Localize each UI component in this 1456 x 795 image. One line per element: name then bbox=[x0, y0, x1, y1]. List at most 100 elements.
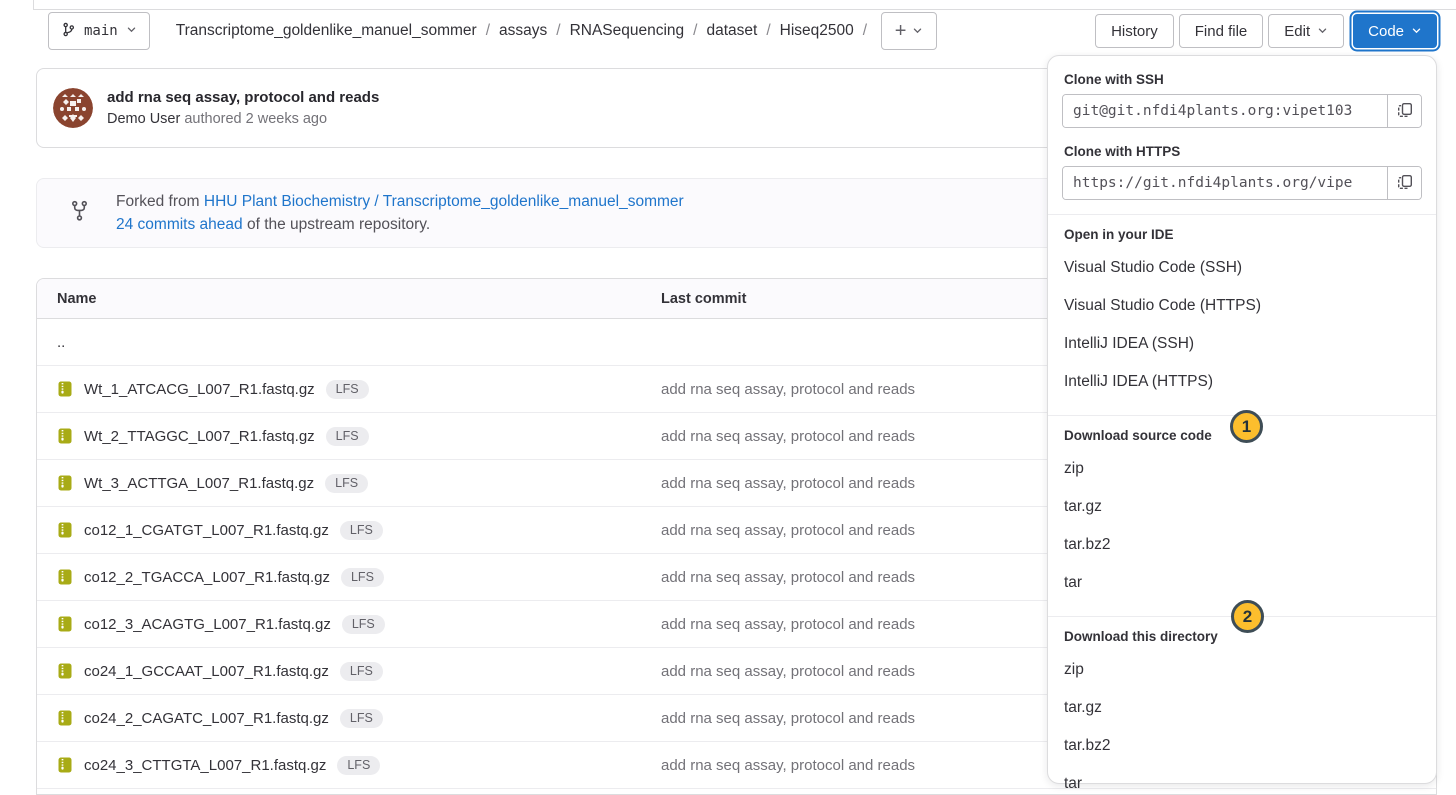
download-directory-items: zip tar.gz tar.bz2 tar bbox=[1048, 651, 1436, 795]
clone-https-input[interactable] bbox=[1063, 167, 1387, 199]
ide-menu-item[interactable]: Visual Studio Code (SSH) bbox=[1048, 249, 1436, 287]
zip-archive-icon bbox=[57, 428, 73, 444]
ide-menu-item[interactable]: IntelliJ IDEA (HTTPS) bbox=[1048, 363, 1436, 401]
clone-https-label: Clone with HTTPS bbox=[1064, 144, 1181, 159]
breadcrumb-item[interactable]: Transcriptome_goldenlike_manuel_sommer bbox=[176, 22, 477, 40]
download-source-item[interactable]: tar.bz2 bbox=[1048, 526, 1436, 564]
file-name-link[interactable]: co12_1_CGATGT_L007_R1.fastq.gz bbox=[84, 522, 329, 539]
fork-suffix: of the upstream repository. bbox=[246, 216, 431, 233]
breadcrumb-item[interactable]: dataset bbox=[706, 22, 757, 40]
download-source-item[interactable]: zip bbox=[1048, 450, 1436, 488]
file-name-link[interactable]: co24_1_GCCAAT_L007_R1.fastq.gz bbox=[84, 663, 329, 680]
fork-prefix: Forked from bbox=[116, 193, 200, 210]
lfs-badge: LFS bbox=[339, 661, 383, 681]
code-button-label: Code bbox=[1368, 22, 1404, 40]
history-button[interactable]: History bbox=[1095, 14, 1174, 48]
toolbar-actions: History Find file Edit Code bbox=[1090, 14, 1437, 48]
commit-message-link[interactable]: add rna seq assay, protocol and reads bbox=[661, 710, 915, 727]
fork-upstream-link[interactable]: HHU Plant Biochemistry / Transcriptome_g… bbox=[204, 193, 684, 210]
zip-archive-icon bbox=[57, 381, 73, 397]
zip-archive-icon bbox=[57, 475, 73, 491]
commit-message-link[interactable]: add rna seq assay, protocol and reads bbox=[661, 475, 915, 492]
breadcrumb-separator: / bbox=[862, 22, 868, 39]
download-directory-item[interactable]: tar.bz2 bbox=[1048, 727, 1436, 765]
code-dropdown-menu: Clone with SSH Clone with HTTPS Open in … bbox=[1047, 55, 1437, 792]
chevron-down-icon bbox=[1317, 23, 1328, 40]
commit-summary: add rna seq assay, protocol and reads De… bbox=[107, 89, 379, 127]
breadcrumb-separator: / bbox=[556, 22, 561, 39]
lfs-badge: LFS bbox=[325, 473, 369, 493]
find-file-button[interactable]: Find file bbox=[1178, 14, 1264, 48]
file-name-link[interactable]: Wt_1_ATCACG_L007_R1.fastq.gz bbox=[84, 381, 315, 398]
clone-https-group bbox=[1062, 166, 1422, 200]
branch-selector[interactable]: main bbox=[48, 12, 150, 50]
lfs-badge: LFS bbox=[340, 567, 384, 587]
copy-ssh-url-button[interactable] bbox=[1387, 95, 1421, 127]
download-directory-item[interactable]: zip bbox=[1048, 651, 1436, 689]
repo-toolbar: main Transcriptome_goldenlike_manuel_som… bbox=[48, 12, 1437, 50]
commit-message-link[interactable]: add rna seq assay, protocol and reads bbox=[661, 522, 915, 539]
annotation-badge-1: 1 bbox=[1230, 410, 1263, 443]
commit-authored-time: authored 2 weeks ago bbox=[184, 111, 328, 127]
commit-message-link[interactable]: add rna seq assay, protocol and reads bbox=[661, 381, 915, 398]
lfs-badge: LFS bbox=[339, 520, 383, 540]
clone-ssh-input[interactable] bbox=[1063, 95, 1387, 127]
breadcrumb-item[interactable]: Hiseq2500 bbox=[780, 22, 854, 40]
download-source-items: zip tar.gz tar.bz2 tar bbox=[1048, 450, 1436, 602]
clone-ssh-group bbox=[1062, 94, 1422, 128]
column-header-name: Name bbox=[57, 290, 97, 307]
zip-archive-icon bbox=[57, 616, 73, 632]
download-directory-item[interactable]: tar.gz bbox=[1048, 689, 1436, 727]
lfs-badge: LFS bbox=[337, 755, 381, 775]
breadcrumb-separator: / bbox=[693, 22, 698, 39]
edit-button-label: Edit bbox=[1284, 22, 1311, 40]
file-name-link[interactable]: co12_2_TGACCA_L007_R1.fastq.gz bbox=[84, 569, 330, 586]
file-name-link[interactable]: Wt_2_TTAGGC_L007_R1.fastq.gz bbox=[84, 428, 315, 445]
branch-name: main bbox=[84, 23, 118, 39]
identicon-avatar bbox=[53, 88, 93, 128]
code-button[interactable]: Code bbox=[1353, 14, 1437, 48]
commit-title-link[interactable]: add rna seq assay, protocol and reads bbox=[107, 89, 379, 106]
copy-to-clipboard-icon bbox=[1397, 102, 1413, 121]
file-name-link[interactable]: co12_3_ACAGTG_L007_R1.fastq.gz bbox=[84, 616, 331, 633]
lfs-badge: LFS bbox=[341, 614, 385, 634]
download-directory-item[interactable]: tar bbox=[1048, 765, 1436, 795]
commit-message-link[interactable]: add rna seq assay, protocol and reads bbox=[661, 569, 915, 586]
breadcrumb: Transcriptome_goldenlike_manuel_sommer / a… bbox=[176, 22, 867, 40]
copy-https-url-button[interactable] bbox=[1387, 167, 1421, 199]
parent-directory-link[interactable]: .. bbox=[57, 334, 65, 351]
commit-author-link[interactable]: Demo User bbox=[107, 111, 180, 127]
breadcrumb-item[interactable]: RNASequencing bbox=[570, 22, 685, 40]
plus-icon: + bbox=[894, 20, 907, 42]
commit-message-link[interactable]: add rna seq assay, protocol and reads bbox=[661, 428, 915, 445]
commit-message-link[interactable]: add rna seq assay, protocol and reads bbox=[661, 616, 915, 633]
add-file-button[interactable]: + bbox=[881, 12, 938, 50]
ide-items: Visual Studio Code (SSH) Visual Studio Co… bbox=[1048, 249, 1436, 401]
chevron-down-icon bbox=[126, 23, 137, 39]
copy-to-clipboard-icon bbox=[1397, 174, 1413, 193]
zip-archive-icon bbox=[57, 569, 73, 585]
breadcrumb-separator: / bbox=[766, 22, 771, 39]
zip-archive-icon bbox=[57, 663, 73, 679]
breadcrumb-separator: / bbox=[485, 22, 490, 39]
zip-archive-icon bbox=[57, 757, 73, 773]
file-name-link[interactable]: co24_2_CAGATC_L007_R1.fastq.gz bbox=[84, 710, 329, 727]
commit-message-link[interactable]: add rna seq assay, protocol and reads bbox=[661, 757, 915, 774]
file-name-link[interactable]: Wt_3_ACTTGA_L007_R1.fastq.gz bbox=[84, 475, 314, 492]
fork-notice-text: Forked from HHU Plant Biochemistry / Tra… bbox=[116, 190, 684, 236]
chevron-down-icon bbox=[912, 23, 923, 40]
file-name-link[interactable]: co24_3_CTTGTA_L007_R1.fastq.gz bbox=[84, 757, 326, 774]
download-source-item[interactable]: tar.gz bbox=[1048, 488, 1436, 526]
ide-menu-item[interactable]: IntelliJ IDEA (SSH) bbox=[1048, 325, 1436, 363]
page-frame-corner bbox=[33, 0, 34, 9]
zip-archive-icon bbox=[57, 522, 73, 538]
download-source-item[interactable]: tar bbox=[1048, 564, 1436, 602]
edit-button[interactable]: Edit bbox=[1268, 14, 1345, 48]
lfs-badge: LFS bbox=[325, 379, 369, 399]
breadcrumb-item[interactable]: assays bbox=[499, 22, 547, 40]
fork-icon bbox=[71, 200, 88, 227]
page-frame-top bbox=[33, 9, 1456, 10]
ide-menu-item[interactable]: Visual Studio Code (HTTPS) bbox=[1048, 287, 1436, 325]
commit-message-link[interactable]: add rna seq assay, protocol and reads bbox=[661, 663, 915, 680]
commits-ahead-link[interactable]: 24 commits ahead bbox=[116, 216, 243, 233]
